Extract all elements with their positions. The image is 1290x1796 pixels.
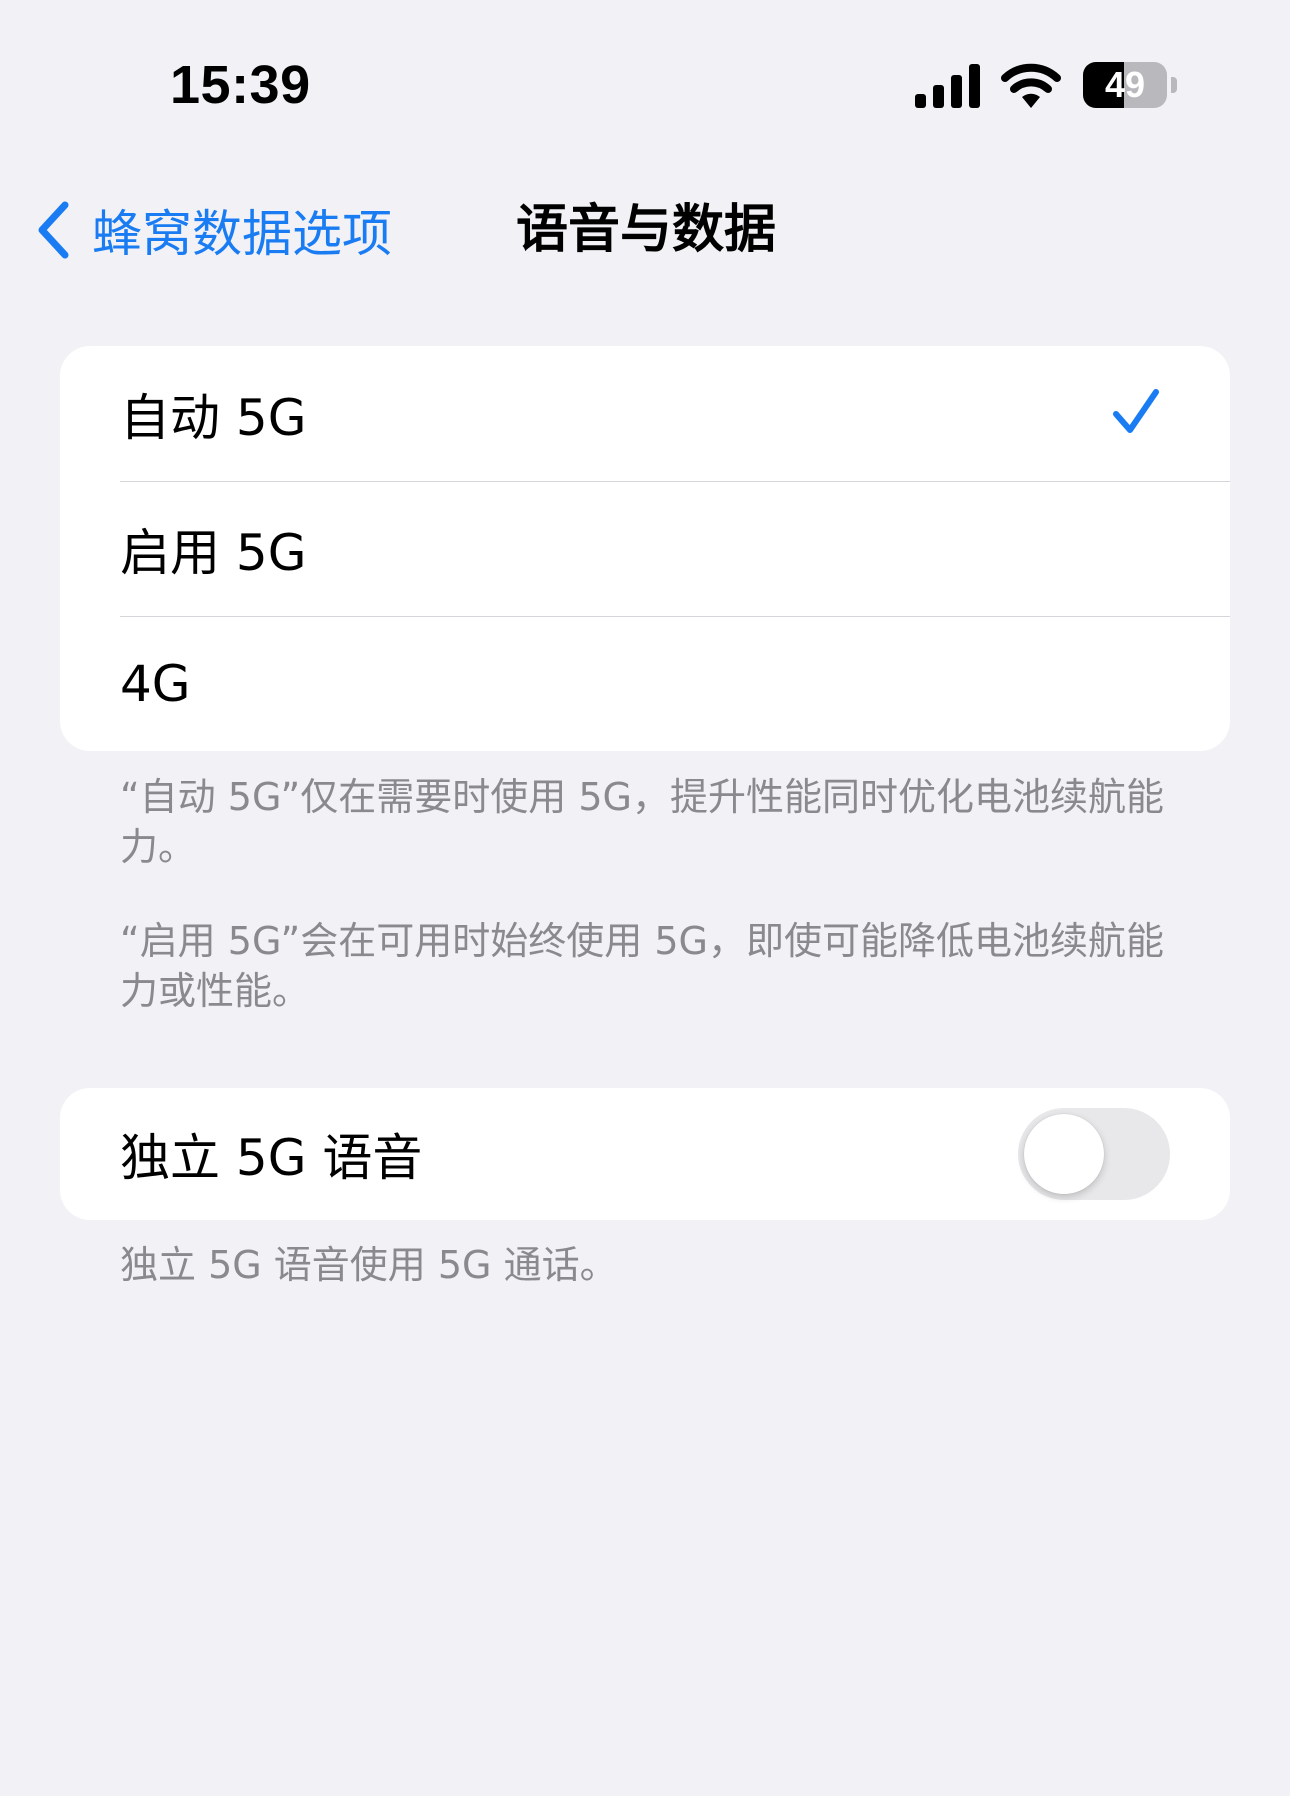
status-bar: 15:39 49 (0, 0, 1290, 150)
option-label: 自动 5G (120, 388, 307, 447)
wifi-icon (1001, 63, 1061, 108)
toggle-knob (1024, 1114, 1104, 1194)
option-label: 启用 5G (120, 523, 307, 582)
voice-label: 独立 5G 语音 (120, 1129, 423, 1187)
standalone-5g-voice-toggle[interactable] (1018, 1108, 1170, 1200)
option-enable-5g[interactable]: 启用 5G (60, 481, 1230, 616)
battery-level: 49 (1104, 64, 1146, 105)
back-button[interactable]: 蜂窝数据选项 (36, 180, 392, 280)
battery-icon: 49 (1083, 62, 1179, 110)
option-label: 4G (120, 654, 191, 713)
navigation-bar: 蜂窝数据选项 语音与数据 (0, 180, 1290, 280)
network-mode-list: 自动 5G 启用 5G 4G (60, 346, 1230, 751)
checkmark-icon (1113, 389, 1159, 433)
auto-5g-footnote: “自动 5G”仅在需要时使用 5G，提升性能同时优化电池续航能力。 (120, 775, 1164, 869)
enable-5g-footnote: “启用 5G”会在可用时始终使用 5G，即使可能降低电池续航能力或性能。 (120, 919, 1164, 1013)
voice-footnote: 独立 5G 语音使用 5G 通话。 (120, 1243, 618, 1287)
option-4g[interactable]: 4G (60, 616, 1230, 751)
option-auto-5g[interactable]: 自动 5G (60, 346, 1230, 481)
back-label: 蜂窝数据选项 (92, 205, 392, 263)
standalone-5g-voice-row: 独立 5G 语音 (60, 1088, 1230, 1220)
page-title: 语音与数据 (516, 200, 777, 260)
status-time: 15:39 (170, 55, 311, 115)
voice-settings-group: 独立 5G 语音 (60, 1088, 1230, 1220)
chevron-left-icon (38, 201, 69, 259)
cellular-signal-icon (915, 64, 980, 108)
